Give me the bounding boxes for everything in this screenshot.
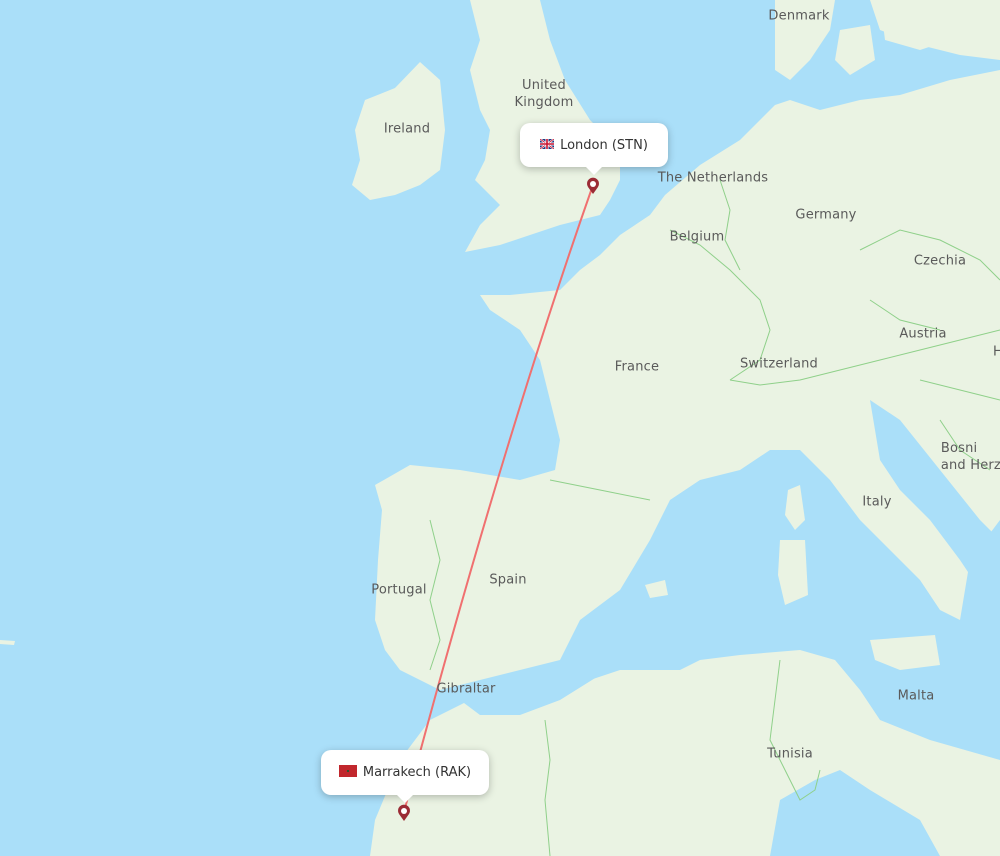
label-gibraltar: Gibraltar bbox=[436, 681, 496, 697]
label-hungary: H bbox=[993, 344, 1000, 360]
label-france: France bbox=[614, 359, 660, 375]
flight-route bbox=[403, 184, 594, 813]
label-spain: Spain bbox=[489, 572, 527, 588]
origin-label: London (STN) bbox=[560, 137, 648, 153]
label-tunisia: Tunisia bbox=[767, 746, 813, 762]
label-ireland: Ireland bbox=[383, 121, 431, 137]
uk-flag-icon bbox=[539, 137, 555, 153]
label-bosnia: Bosni and Herze bbox=[940, 441, 1000, 473]
label-malta: Malta bbox=[897, 688, 935, 704]
label-netherlands: The Netherlands bbox=[657, 170, 769, 186]
label-italy: Italy bbox=[862, 494, 892, 510]
label-united-kingdom: United Kingdom bbox=[514, 78, 574, 110]
origin-popup[interactable]: London (STN) bbox=[520, 123, 668, 175]
label-austria: Austria bbox=[899, 326, 947, 342]
origin-marker[interactable] bbox=[587, 177, 599, 194]
destination-label: Marrakech (RAK) bbox=[362, 765, 472, 780]
morocco-flag-icon bbox=[338, 764, 357, 781]
label-portugal: Portugal bbox=[371, 582, 427, 598]
label-belgium: Belgium bbox=[669, 229, 725, 245]
label-germany: Germany bbox=[795, 207, 857, 223]
map[interactable]: Denmark United Kingdom Ireland The Nethe… bbox=[0, 0, 1000, 856]
label-denmark: Denmark bbox=[768, 8, 830, 24]
route-layer bbox=[398, 177, 599, 821]
label-czechia: Czechia bbox=[913, 253, 967, 269]
label-switzerland: Switzerland bbox=[739, 356, 819, 372]
destination-marker[interactable] bbox=[398, 804, 411, 821]
destination-popup[interactable]: Marrakech (RAK) bbox=[321, 750, 489, 803]
